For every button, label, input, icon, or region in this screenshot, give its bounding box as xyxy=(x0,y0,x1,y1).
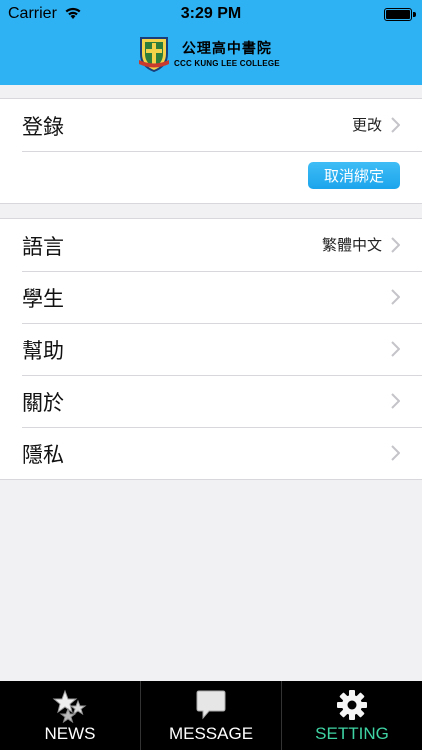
app-header: Carrier 3:29 PM 公理高中書院 CCC KUNG LEE COLL… xyxy=(0,0,422,85)
chevron-right-icon xyxy=(391,445,400,461)
news-stars-icon xyxy=(52,689,87,723)
login-row[interactable]: 登錄 更改 xyxy=(0,99,422,151)
chevron-right-icon xyxy=(391,117,400,133)
tab-setting[interactable]: SETTING xyxy=(282,681,422,750)
chevron-right-icon xyxy=(391,289,400,305)
settings-row-about[interactable]: 關於 xyxy=(0,375,422,427)
login-label: 登錄 xyxy=(22,115,64,139)
about-label: 關於 xyxy=(22,391,64,415)
language-label: 語言 xyxy=(22,235,64,259)
tab-message-label: MESSAGE xyxy=(168,724,254,743)
tab-setting-label: SETTING xyxy=(315,724,389,743)
settings-row-language[interactable]: 語言 繁體中文 xyxy=(0,219,422,271)
school-name-chinese: 公理高中書院 xyxy=(181,41,272,57)
tab-message[interactable]: MESSAGE xyxy=(141,681,282,750)
settings-row-help[interactable]: 幫助 xyxy=(0,323,422,375)
language-value: 繁體中文 xyxy=(321,236,382,254)
settings-group: 語言 繁體中文 學生 幫助 關於 隱私 xyxy=(0,218,422,480)
school-crest-icon xyxy=(139,37,169,72)
chevron-right-icon xyxy=(391,393,400,409)
settings-row-student[interactable]: 學生 xyxy=(0,271,422,323)
status-bar: Carrier 3:29 PM xyxy=(0,0,422,30)
school-name-english: CCC KUNG LEE COLLEGE xyxy=(174,59,280,68)
account-group: 登錄 更改 取消綁定 xyxy=(0,98,422,204)
clock-label: 3:29 PM xyxy=(180,5,242,22)
gear-icon xyxy=(337,690,367,720)
settings-row-privacy[interactable]: 隱私 xyxy=(0,427,422,479)
school-logo: 公理高中書院 CCC KUNG LEE COLLEGE xyxy=(138,34,280,72)
chevron-right-icon xyxy=(391,237,400,253)
tab-news-label: NEWS xyxy=(44,724,96,743)
privacy-label: 隱私 xyxy=(22,443,64,467)
chevron-right-icon xyxy=(391,341,400,357)
login-change-value: 更改 xyxy=(351,116,382,134)
help-label: 幫助 xyxy=(22,339,64,363)
battery-icon xyxy=(384,8,416,21)
unbind-button[interactable]: 取消綁定 xyxy=(308,162,400,189)
message-bubble-icon xyxy=(196,690,226,720)
student-label: 學生 xyxy=(22,287,64,311)
tab-bar: NEWS MESSAGE SETTING xyxy=(0,681,422,750)
tab-news[interactable]: NEWS xyxy=(0,681,141,750)
unbind-row: 取消綁定 xyxy=(0,151,422,203)
